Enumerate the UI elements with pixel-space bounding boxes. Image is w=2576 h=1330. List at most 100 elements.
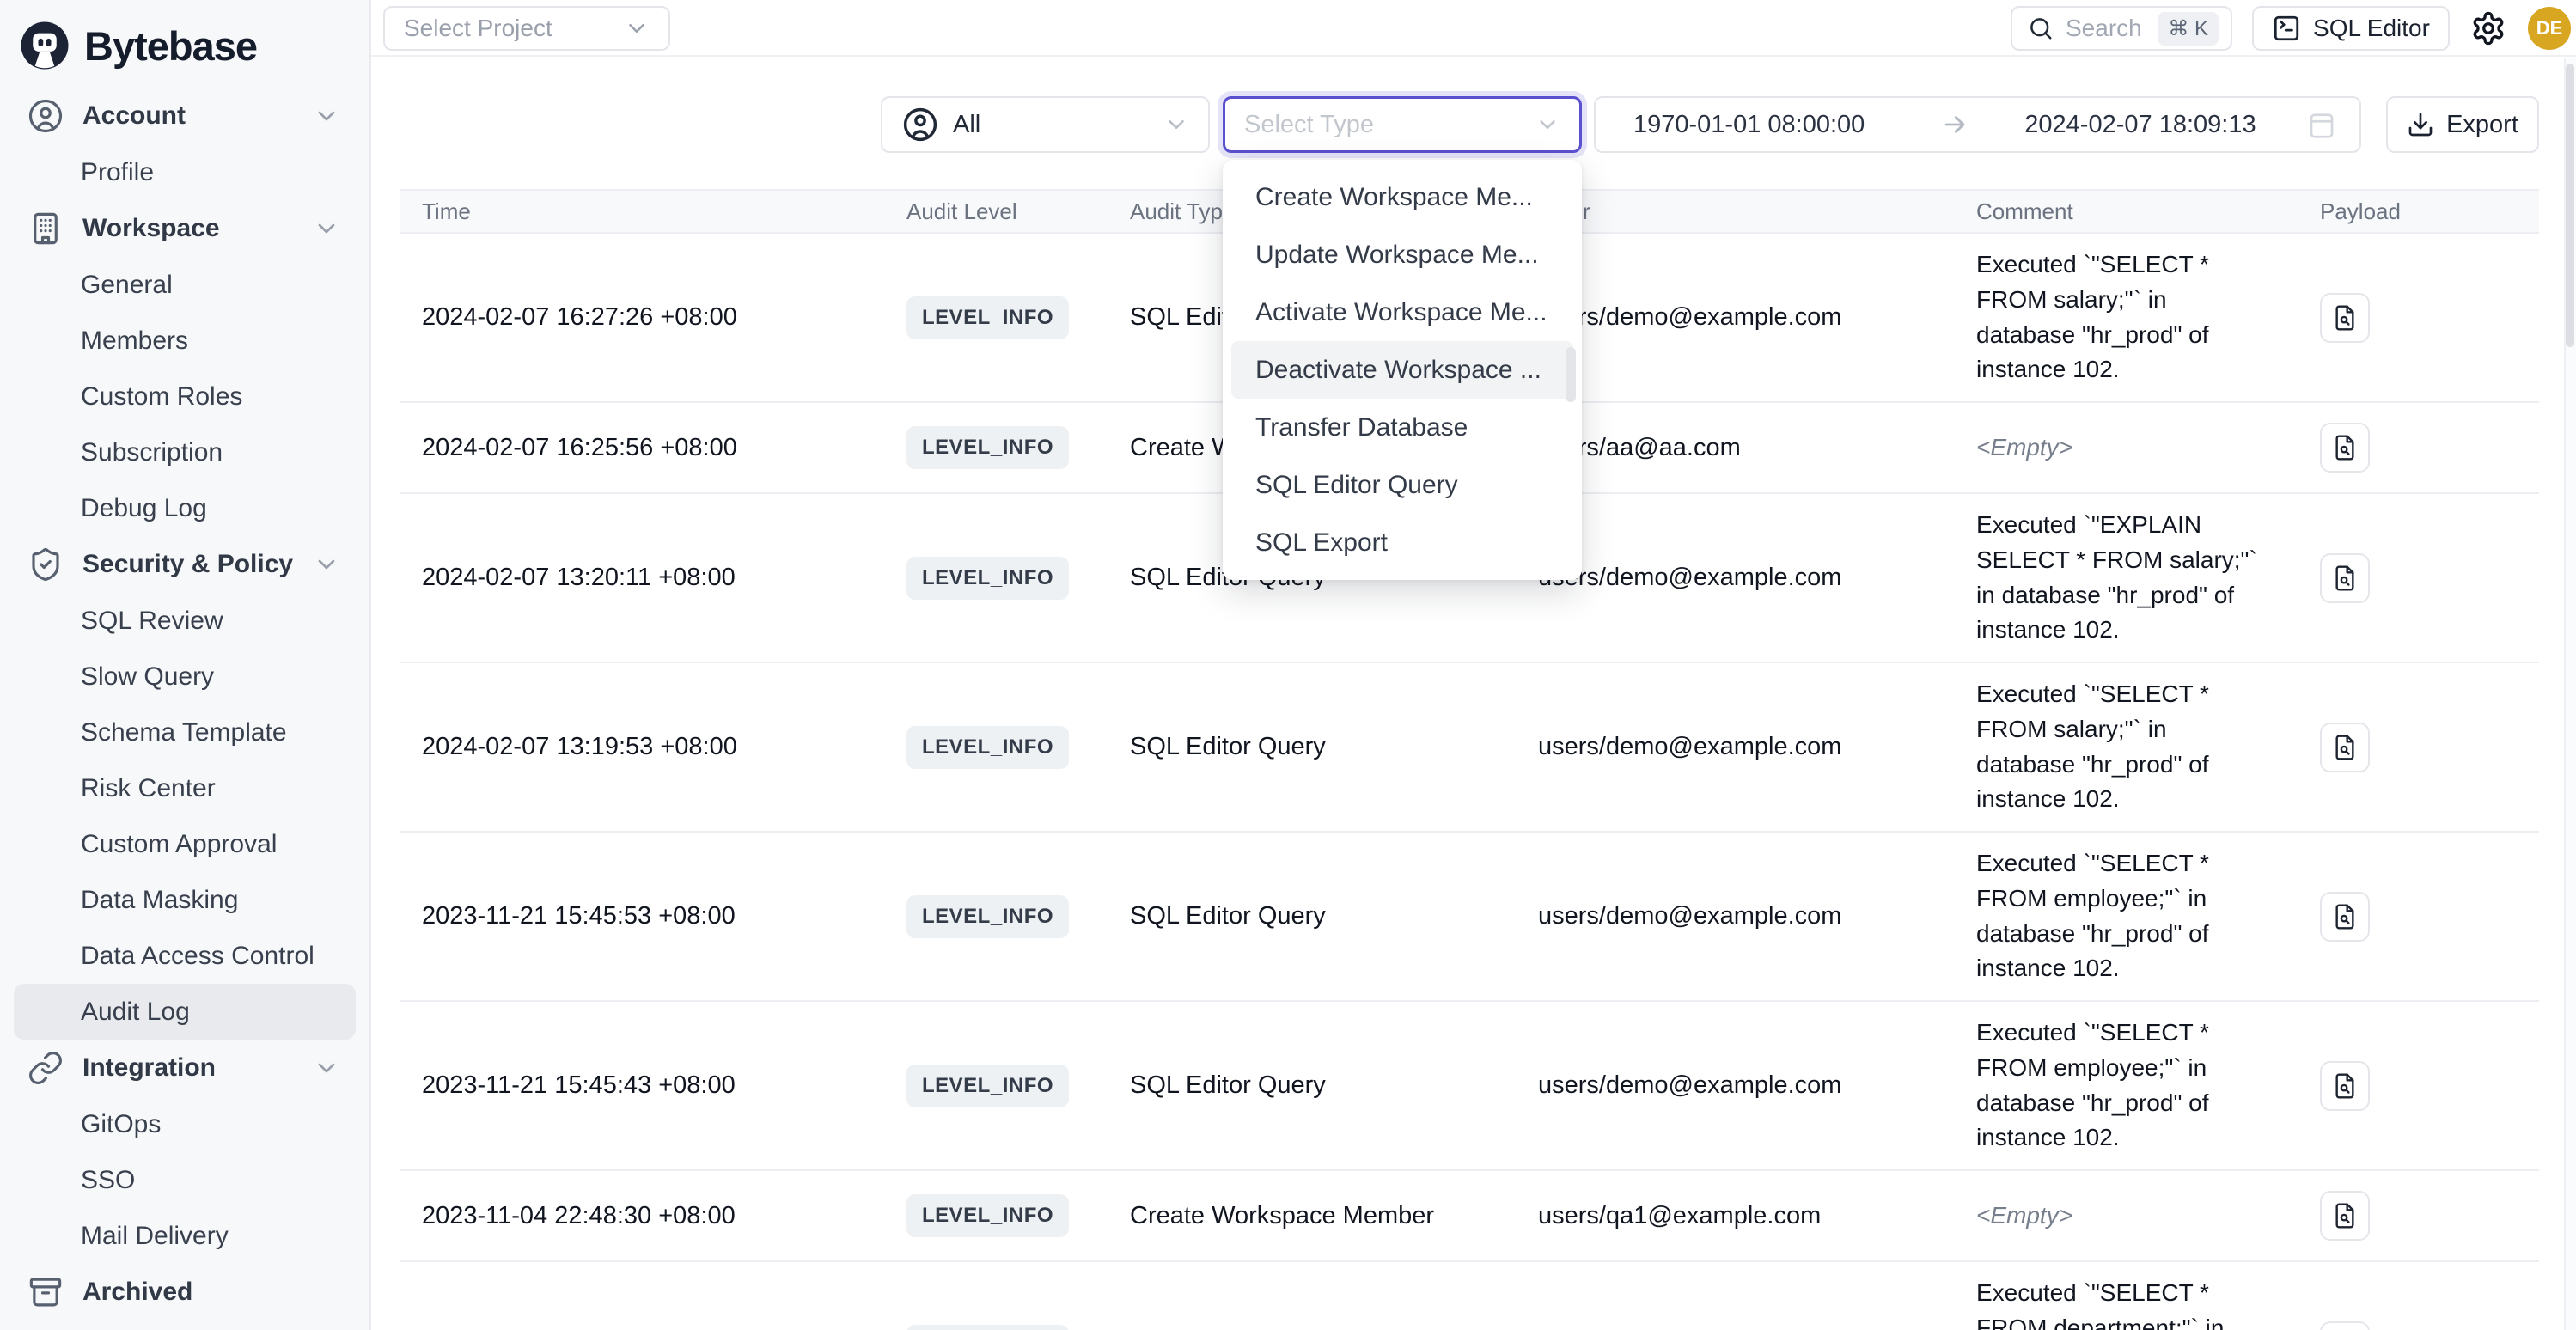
payload-view-button[interactable] — [2320, 423, 2370, 473]
audit-level-badge: LEVEL_INFO — [906, 296, 1069, 339]
date-range-picker[interactable]: 1970-01-01 08:00:00 2024-02-07 18:09:13 — [1594, 96, 2361, 153]
dropdown-scrollbar-thumb[interactable] — [1566, 347, 1576, 402]
download-icon — [2407, 111, 2434, 138]
column-header-audit-level: Audit Level — [906, 198, 1130, 225]
file-search-icon — [2331, 434, 2359, 461]
date-end: 2024-02-07 18:09:13 — [2024, 111, 2256, 139]
brand-name: Bytebase — [84, 22, 257, 70]
table-row: 2023-11-21 15:45:43 +08:00 LEVEL_INFO SQ… — [400, 1002, 2539, 1171]
table-row: 2023-11-04 21:26:24 +08:00 LEVEL_INFO SQ… — [400, 1262, 2539, 1330]
sidebar-item-sso[interactable]: SSO — [0, 1152, 369, 1208]
sidebar-group-security-policy[interactable]: Security & Policy — [0, 536, 369, 593]
menu-item-update-workspace-member[interactable]: Update Workspace Me... — [1231, 226, 1573, 284]
payload-view-button[interactable] — [2320, 723, 2370, 772]
avatar[interactable]: DE — [2528, 7, 2571, 50]
table-row: 2023-11-21 15:45:53 +08:00 LEVEL_INFO SQ… — [400, 833, 2539, 1002]
page-scrollbar-thumb[interactable] — [2566, 64, 2574, 347]
audit-level-badge: LEVEL_INFO — [906, 1065, 1069, 1107]
sidebar-item-data-masking[interactable]: Data Masking — [0, 872, 369, 928]
payload-view-button[interactable] — [2320, 293, 2370, 343]
chevron-down-icon — [313, 102, 340, 130]
chevron-down-icon — [313, 1054, 340, 1082]
date-start: 1970-01-01 08:00:00 — [1633, 111, 1865, 139]
menu-item-sql-editor-query[interactable]: SQL Editor Query — [1231, 456, 1573, 514]
sidebar-item-schema-template[interactable]: Schema Template — [0, 705, 369, 760]
file-search-icon — [2331, 1202, 2359, 1229]
shield-check-icon — [27, 546, 64, 583]
sidebar-item-custom-roles[interactable]: Custom Roles — [0, 369, 369, 424]
sidebar-group-account[interactable]: Account — [0, 88, 369, 144]
topbar: Select Project Search ⌘ K SQL Editor DE — [371, 0, 2576, 57]
audit-level-badge: LEVEL_INFO — [906, 895, 1069, 938]
sidebar-group-archived[interactable]: Archived — [0, 1264, 369, 1321]
column-header-payload: Payload — [2286, 198, 2539, 225]
column-header-comment: Comment — [1976, 198, 2286, 225]
archive-icon — [27, 1274, 64, 1310]
sidebar-item-debug-log[interactable]: Debug Log — [0, 480, 369, 536]
payload-view-button[interactable] — [2320, 1191, 2370, 1241]
menu-item-deactivate-workspace-member[interactable]: Deactivate Workspace ... — [1231, 341, 1573, 399]
sidebar-item-gitops[interactable]: GitOps — [0, 1096, 369, 1152]
sidebar: Bytebase Account Profile Workspace Gener… — [0, 0, 371, 1330]
file-search-icon — [2331, 734, 2359, 761]
sidebar-item-subscription[interactable]: Subscription — [0, 424, 369, 480]
actor-filter-select[interactable]: All — [881, 96, 1210, 153]
menu-item-create-workspace-member[interactable]: Create Workspace Me... — [1231, 168, 1573, 226]
chevron-down-icon — [313, 551, 340, 578]
table-row: 2024-02-07 13:19:53 +08:00 LEVEL_INFO SQ… — [400, 663, 2539, 833]
gear-icon[interactable] — [2470, 10, 2506, 46]
export-button[interactable]: Export — [2386, 96, 2539, 153]
payload-view-button[interactable] — [2320, 553, 2370, 603]
bytebase-logo-icon — [19, 20, 70, 71]
chevron-down-icon — [624, 15, 650, 41]
menu-item-transfer-database[interactable]: Transfer Database — [1231, 399, 1573, 456]
sidebar-item-general[interactable]: General — [0, 257, 369, 313]
audit-level-badge: LEVEL_INFO — [906, 726, 1069, 769]
file-search-icon — [2331, 564, 2359, 592]
calendar-icon — [2306, 109, 2337, 140]
sidebar-item-audit-log[interactable]: Audit Log — [14, 984, 356, 1040]
chevron-down-icon — [1535, 112, 1560, 137]
sidebar-item-mail-delivery[interactable]: Mail Delivery — [0, 1208, 369, 1264]
audit-level-badge: LEVEL_INFO — [906, 426, 1069, 469]
type-filter-select[interactable]: Select Type — [1223, 96, 1582, 153]
user-circle-icon — [27, 98, 64, 134]
file-search-icon — [2331, 1072, 2359, 1100]
payload-view-button[interactable] — [2320, 892, 2370, 942]
sql-editor-button[interactable]: SQL Editor — [2252, 6, 2450, 51]
sidebar-item-custom-approval[interactable]: Custom Approval — [0, 816, 369, 872]
sidebar-item-risk-center[interactable]: Risk Center — [0, 760, 369, 816]
project-select[interactable]: Select Project — [383, 6, 670, 51]
chevron-down-icon — [1163, 112, 1189, 137]
audit-level-badge: LEVEL_INFO — [906, 1194, 1069, 1237]
payload-view-button[interactable] — [2320, 1321, 2370, 1330]
search-icon — [2028, 15, 2054, 41]
search-input[interactable]: Search ⌘ K — [2011, 6, 2232, 51]
sidebar-item-members[interactable]: Members — [0, 313, 369, 369]
building-icon — [27, 210, 64, 247]
sidebar-group-workspace[interactable]: Workspace — [0, 200, 369, 257]
user-circle-icon — [901, 106, 939, 143]
audit-level-badge: LEVEL_INFO — [906, 557, 1069, 600]
terminal-icon — [2272, 14, 2301, 43]
sidebar-item-sql-review[interactable]: SQL Review — [0, 593, 369, 649]
sidebar-nav: Account Profile Workspace General Member… — [0, 79, 369, 1321]
sidebar-item-slow-query[interactable]: Slow Query — [0, 649, 369, 705]
file-search-icon — [2331, 304, 2359, 332]
link-icon — [27, 1050, 64, 1086]
table-row: 2023-11-04 22:48:30 +08:00 LEVEL_INFO Cr… — [400, 1171, 2539, 1262]
menu-item-sql-export[interactable]: SQL Export — [1231, 514, 1573, 571]
column-header-time: Time — [400, 198, 906, 225]
type-filter-dropdown-menu: Create Workspace Me... Update Workspace … — [1223, 160, 1582, 580]
sidebar-item-data-access-control[interactable]: Data Access Control — [0, 928, 369, 984]
menu-item-activate-workspace-member[interactable]: Activate Workspace Me... — [1231, 284, 1573, 341]
payload-view-button[interactable] — [2320, 1061, 2370, 1111]
file-search-icon — [2331, 903, 2359, 930]
audit-level-badge: LEVEL_INFO — [906, 1325, 1069, 1330]
brand-logo[interactable]: Bytebase — [0, 0, 369, 79]
sidebar-group-integration[interactable]: Integration — [0, 1040, 369, 1096]
search-shortcut-badge: ⌘ K — [2158, 12, 2219, 46]
type-filter-placeholder: Select Type — [1244, 111, 1374, 139]
page-scrollbar-track[interactable] — [2564, 58, 2576, 1330]
sidebar-item-profile[interactable]: Profile — [0, 144, 369, 200]
